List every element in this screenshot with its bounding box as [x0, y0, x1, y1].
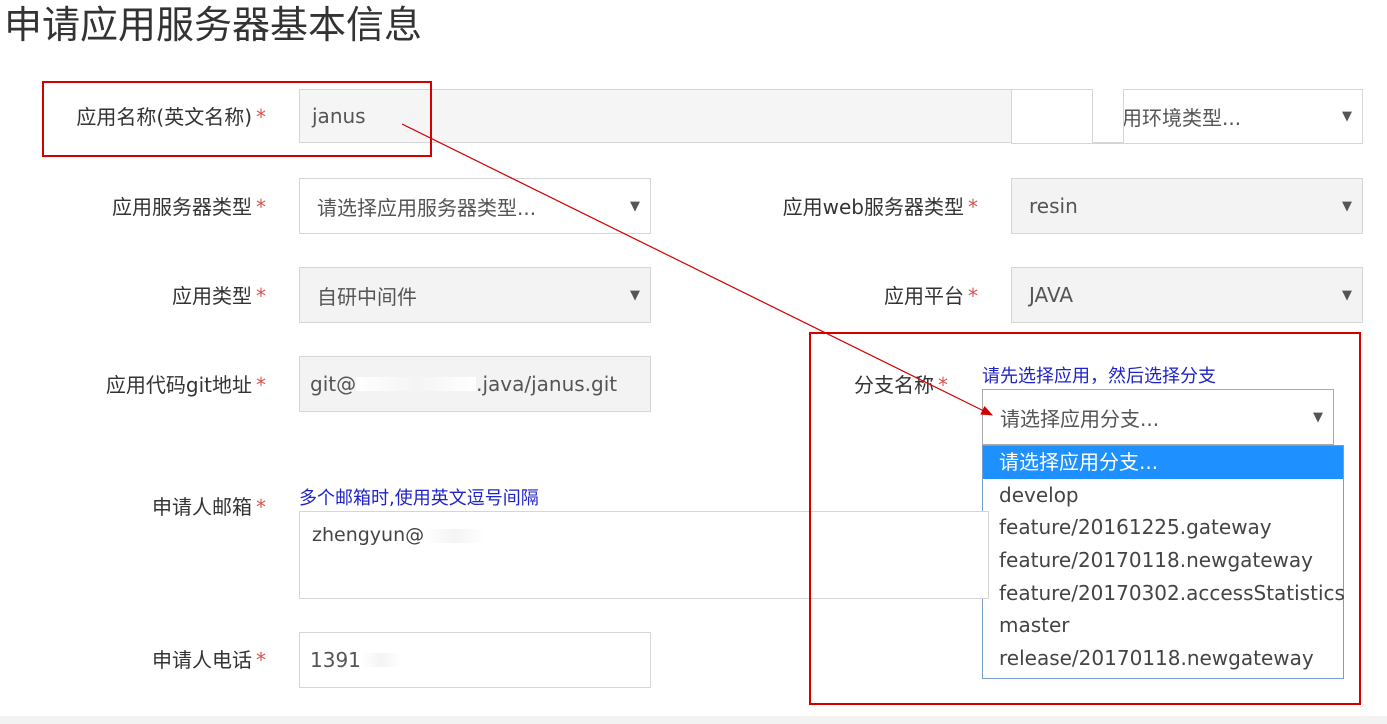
phone-input[interactable]: 1391 [299, 632, 651, 688]
phone-label: 申请人电话 * [100, 645, 266, 675]
web-server-type-label-text: 应用web服务器类型 [782, 195, 964, 219]
git-address-input[interactable]: git@ .java/janus.git [299, 356, 651, 412]
server-type-label-text: 应用服务器类型 [112, 195, 252, 219]
annotation-box-app-name [42, 81, 432, 157]
email-label: 申请人邮箱 * [100, 492, 266, 522]
git-value-prefix: git@ [310, 372, 357, 396]
phone-value: 1391 [310, 648, 361, 672]
web-server-type-label: 应用web服务器类型 * [740, 192, 978, 222]
platform-value: JAVA [1029, 283, 1074, 307]
chevron-down-icon: ▼ [1342, 198, 1352, 214]
phone-label-text: 申请人电话 [152, 648, 252, 672]
env-type-select[interactable]: 用环境类型... ▼ [1011, 89, 1363, 144]
required-asterisk: * [256, 195, 266, 219]
email-value: zhengyun@ [312, 524, 425, 546]
git-label: 应用代码git地址 * [40, 370, 266, 400]
email-hint: 多个邮箱时,使用英文逗号间隔 [299, 488, 539, 509]
platform-label: 应用平台 * [780, 281, 978, 311]
required-asterisk: * [256, 495, 266, 519]
app-type-select[interactable]: 自研中间件 ▼ [299, 267, 651, 323]
web-server-type-select[interactable]: resin ▼ [1011, 178, 1363, 234]
server-type-select[interactable]: 请选择应用服务器类型... ▼ [299, 178, 651, 234]
server-type-label: 应用服务器类型 * [60, 192, 266, 222]
env-type-value: 用环境类型... [1122, 106, 1242, 130]
required-asterisk: * [256, 373, 266, 397]
required-asterisk: * [968, 195, 978, 219]
redacted-region [424, 528, 485, 543]
page-title: 申请应用服务器基本信息 [4, 3, 423, 47]
app-type-label-text: 应用类型 [172, 284, 252, 308]
input-addon [1092, 89, 1124, 143]
git-value-suffix: .java/janus.git [476, 372, 618, 396]
app-type-label: 应用类型 * [60, 281, 266, 311]
required-asterisk: * [968, 284, 978, 308]
platform-select[interactable]: JAVA ▼ [1011, 267, 1363, 323]
chevron-down-icon: ▼ [630, 287, 640, 303]
chevron-down-icon: ▼ [630, 198, 640, 214]
redacted-region [356, 377, 477, 391]
app-type-value: 自研中间件 [317, 284, 417, 309]
git-label-text: 应用代码git地址 [105, 373, 252, 397]
chevron-down-icon: ▼ [1342, 287, 1352, 303]
server-type-value: 请选择应用服务器类型... [317, 195, 537, 220]
web-server-type-value: resin [1029, 194, 1078, 218]
required-asterisk: * [256, 648, 266, 672]
chevron-down-icon: ▼ [1342, 109, 1352, 124]
platform-label-text: 应用平台 [884, 284, 964, 308]
annotation-box-branch [809, 332, 1361, 705]
footer-strip [0, 716, 1387, 724]
redacted-region [360, 653, 401, 667]
required-asterisk: * [256, 284, 266, 308]
email-label-text: 申请人邮箱 [152, 495, 252, 519]
